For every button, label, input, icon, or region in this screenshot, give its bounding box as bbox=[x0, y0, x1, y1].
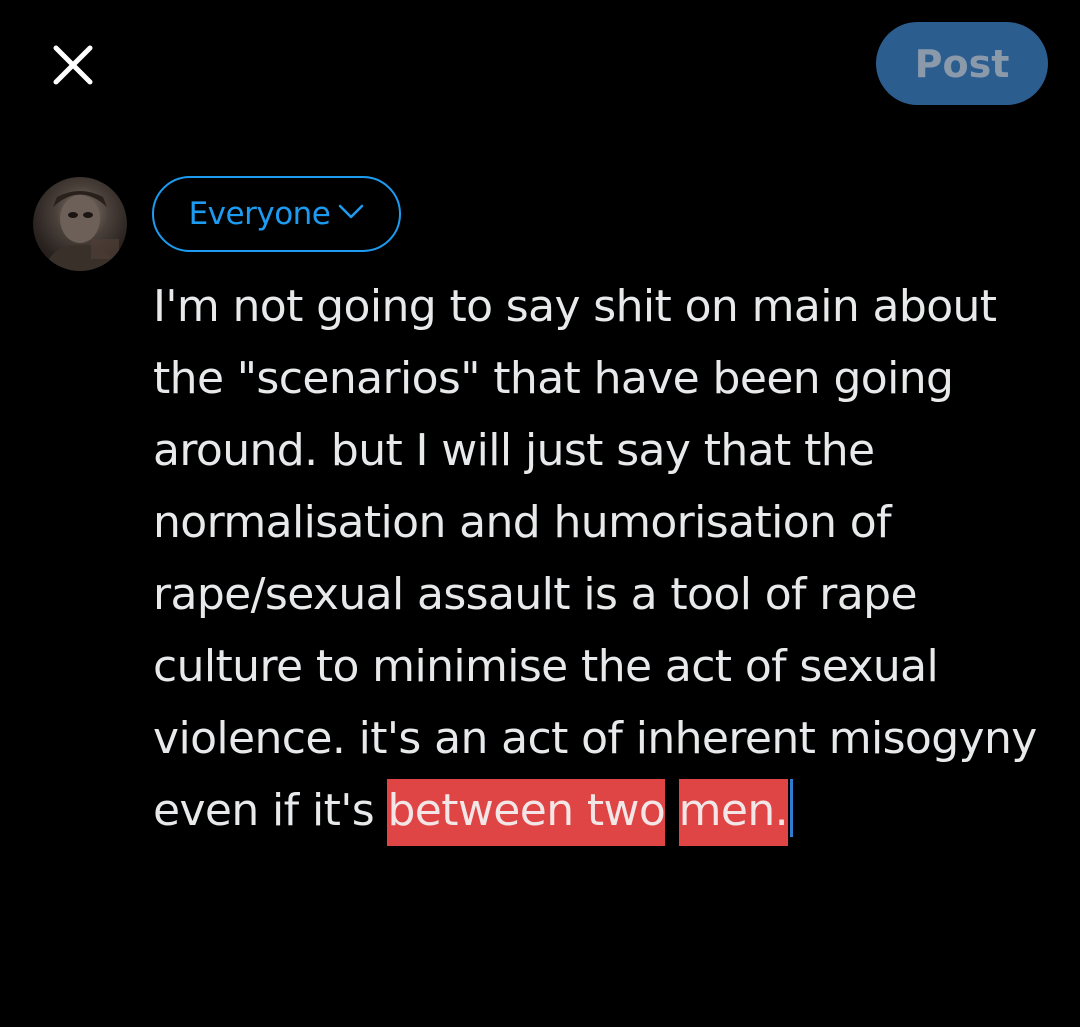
chevron-down-icon bbox=[338, 204, 364, 224]
avatar[interactable] bbox=[33, 177, 127, 271]
post-text-input[interactable]: I'm not going to say shit on main about … bbox=[153, 271, 1058, 847]
selected-text: men. bbox=[678, 779, 789, 846]
audience-label: Everyone bbox=[188, 196, 331, 232]
post-text-body: I'm not going to say shit on main about … bbox=[153, 281, 1037, 836]
audience-selector[interactable]: Everyone bbox=[152, 176, 401, 252]
close-button[interactable] bbox=[40, 34, 106, 100]
close-icon bbox=[52, 44, 94, 90]
post-button[interactable]: Post bbox=[876, 22, 1048, 105]
text-cursor bbox=[790, 779, 794, 837]
selected-text: between two bbox=[387, 779, 666, 846]
